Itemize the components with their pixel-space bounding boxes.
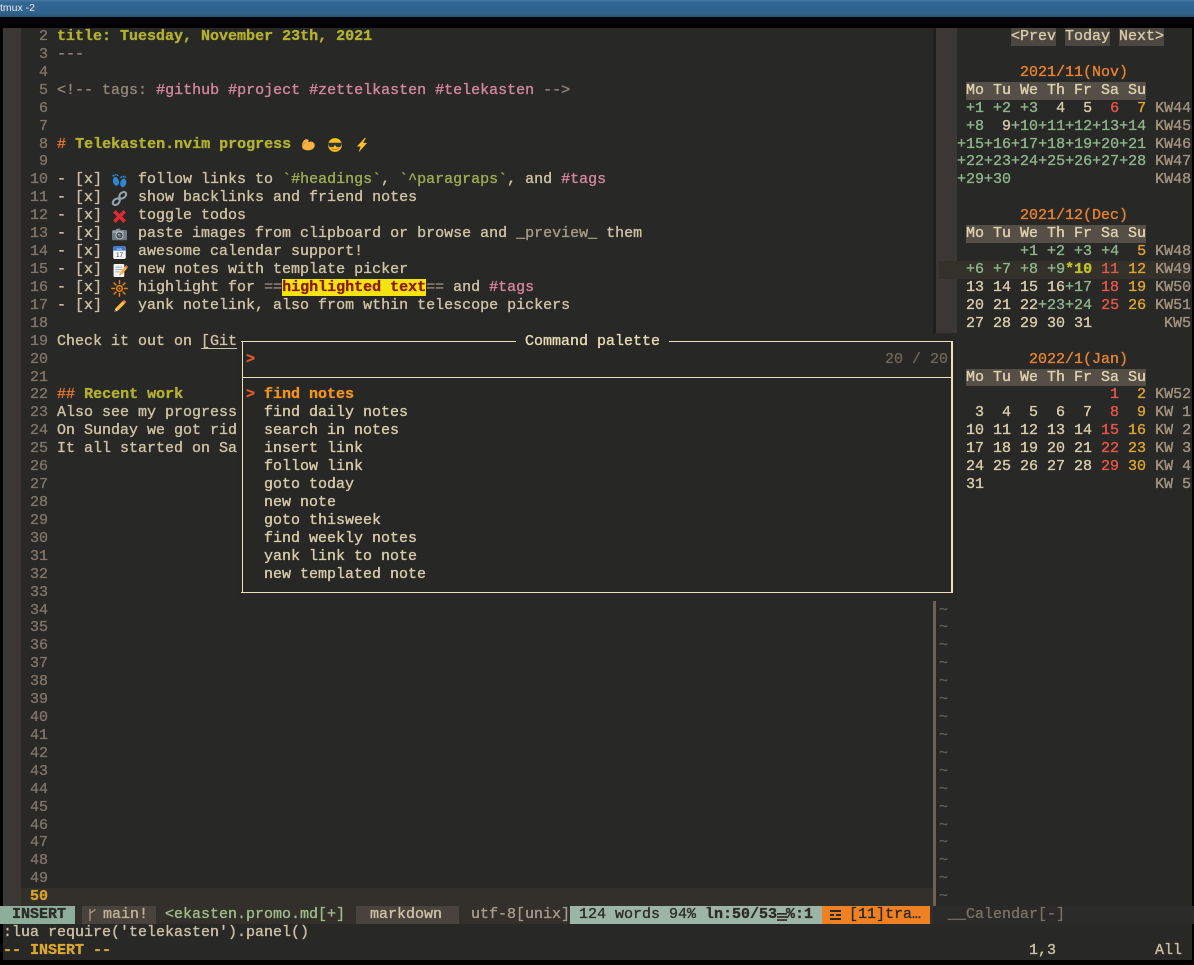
svg-text:July: July (117, 247, 123, 251)
svg-text:17: 17 (116, 252, 124, 259)
